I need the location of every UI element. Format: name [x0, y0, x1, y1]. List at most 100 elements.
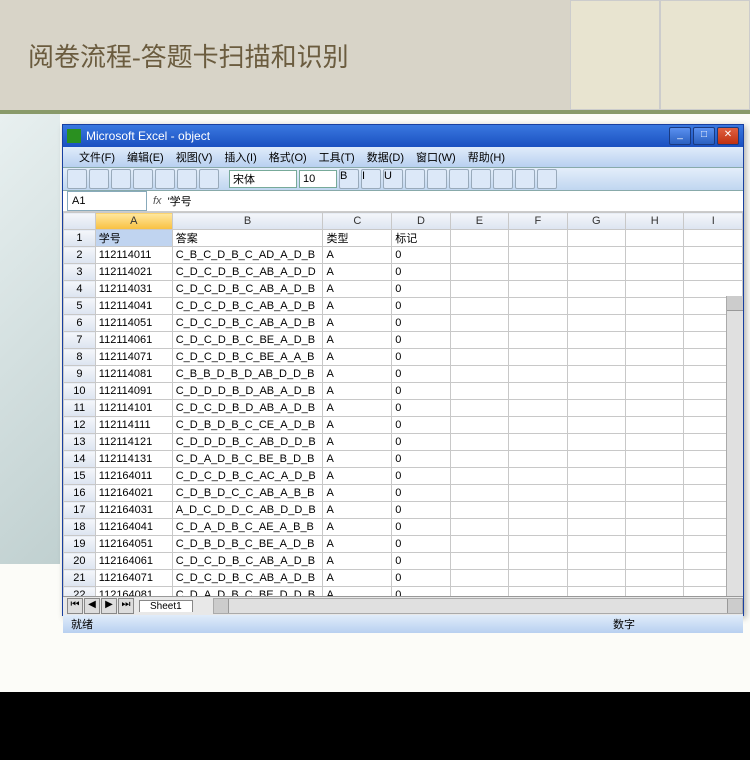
cell[interactable]: 112114111 [95, 417, 172, 434]
cell[interactable]: C_D_C_D_B_C_AB_A_D_D [172, 264, 323, 281]
tab-first-icon[interactable]: ⏮ [67, 598, 83, 614]
row-header[interactable]: 12 [64, 417, 96, 434]
cell[interactable] [450, 570, 508, 587]
menu-format[interactable]: 格式(O) [263, 149, 313, 165]
cell[interactable]: C_D_A_D_B_C_BE_D_D_B [172, 587, 323, 597]
row-header[interactable]: 8 [64, 349, 96, 366]
cell[interactable] [450, 434, 508, 451]
cell[interactable] [509, 536, 567, 553]
cell[interactable]: C_B_C_D_B_C_AD_A_D_B [172, 247, 323, 264]
cell[interactable] [450, 264, 508, 281]
cell[interactable] [567, 553, 625, 570]
cell[interactable] [626, 536, 684, 553]
cell[interactable] [626, 281, 684, 298]
row-header[interactable]: 18 [64, 519, 96, 536]
cell[interactable]: 0 [392, 332, 450, 349]
cell[interactable] [567, 417, 625, 434]
cell[interactable]: A [323, 383, 392, 400]
cell[interactable]: 112164071 [95, 570, 172, 587]
cell[interactable]: 0 [392, 587, 450, 597]
row-header[interactable]: 13 [64, 434, 96, 451]
row-header[interactable]: 17 [64, 502, 96, 519]
cell[interactable]: 112114031 [95, 281, 172, 298]
row-header[interactable]: 2 [64, 247, 96, 264]
copy-button[interactable] [177, 169, 197, 189]
row-header[interactable]: 7 [64, 332, 96, 349]
menu-tools[interactable]: 工具(T) [313, 149, 361, 165]
cell[interactable] [450, 485, 508, 502]
cell[interactable] [684, 230, 743, 247]
cell[interactable]: 112164031 [95, 502, 172, 519]
cell[interactable] [567, 332, 625, 349]
cell[interactable]: C_D_C_D_B_C_AB_A_D_B [172, 553, 323, 570]
print-button[interactable] [133, 169, 153, 189]
cell[interactable] [450, 332, 508, 349]
cell[interactable] [509, 315, 567, 332]
cell[interactable] [567, 264, 625, 281]
cell[interactable]: 112114071 [95, 349, 172, 366]
cell[interactable] [684, 281, 743, 298]
menu-view[interactable]: 视图(V) [170, 149, 219, 165]
row-header[interactable]: 1 [64, 230, 96, 247]
row-header[interactable]: 10 [64, 383, 96, 400]
cell[interactable] [567, 587, 625, 597]
row-header[interactable]: 20 [64, 553, 96, 570]
cell[interactable] [509, 366, 567, 383]
cell[interactable]: 类型 [323, 230, 392, 247]
cell[interactable] [567, 536, 625, 553]
row-header[interactable]: 9 [64, 366, 96, 383]
cell[interactable]: C_D_D_D_B_D_AB_A_D_B [172, 383, 323, 400]
cell[interactable]: 112164081 [95, 587, 172, 597]
cell[interactable]: 112164021 [95, 485, 172, 502]
cell[interactable]: A [323, 570, 392, 587]
cell[interactable] [450, 451, 508, 468]
cell[interactable] [626, 587, 684, 597]
cell[interactable]: 112114101 [95, 400, 172, 417]
cell[interactable]: A [323, 417, 392, 434]
cell[interactable]: C_D_C_D_B_C_AB_A_D_B [172, 570, 323, 587]
cell[interactable] [450, 417, 508, 434]
cell[interactable]: 0 [392, 281, 450, 298]
row-header[interactable]: 6 [64, 315, 96, 332]
cell[interactable]: A [323, 434, 392, 451]
cell[interactable]: A [323, 519, 392, 536]
cell[interactable]: A [323, 264, 392, 281]
cell[interactable]: C_D_B_D_B_C_BE_A_D_B [172, 536, 323, 553]
cell[interactable] [509, 298, 567, 315]
cell[interactable] [450, 502, 508, 519]
cell[interactable]: 0 [392, 434, 450, 451]
sheet-tab[interactable]: Sheet1 [139, 600, 193, 612]
cell[interactable]: C_D_C_D_B_C_AB_A_D_B [172, 315, 323, 332]
menu-insert[interactable]: 插入(I) [218, 149, 262, 165]
open-button[interactable] [89, 169, 109, 189]
cell[interactable]: A [323, 349, 392, 366]
cell[interactable] [450, 383, 508, 400]
menu-help[interactable]: 帮助(H) [462, 149, 511, 165]
cell[interactable] [450, 298, 508, 315]
row-header[interactable]: 14 [64, 451, 96, 468]
cell[interactable]: 0 [392, 349, 450, 366]
cell[interactable] [626, 315, 684, 332]
cell[interactable] [626, 485, 684, 502]
cell[interactable]: 0 [392, 264, 450, 281]
row-header[interactable]: 22 [64, 587, 96, 597]
underline-button[interactable]: U [383, 169, 403, 189]
cell[interactable] [450, 400, 508, 417]
cell[interactable]: 0 [392, 315, 450, 332]
cell[interactable]: C_D_B_D_B_C_CE_A_D_B [172, 417, 323, 434]
cell[interactable] [567, 502, 625, 519]
cell[interactable] [567, 468, 625, 485]
cell[interactable] [450, 587, 508, 597]
cell[interactable]: A [323, 485, 392, 502]
cell[interactable] [684, 247, 743, 264]
align-left-button[interactable] [405, 169, 425, 189]
cell[interactable]: 112164011 [95, 468, 172, 485]
cell[interactable] [567, 485, 625, 502]
cell[interactable] [509, 400, 567, 417]
cell[interactable]: A [323, 332, 392, 349]
cell[interactable] [626, 298, 684, 315]
tab-next-icon[interactable]: ▶ [101, 598, 117, 614]
cell[interactable]: C_D_C_D_B_D_AB_A_D_B [172, 400, 323, 417]
cell[interactable]: 112114121 [95, 434, 172, 451]
row-header[interactable]: 11 [64, 400, 96, 417]
